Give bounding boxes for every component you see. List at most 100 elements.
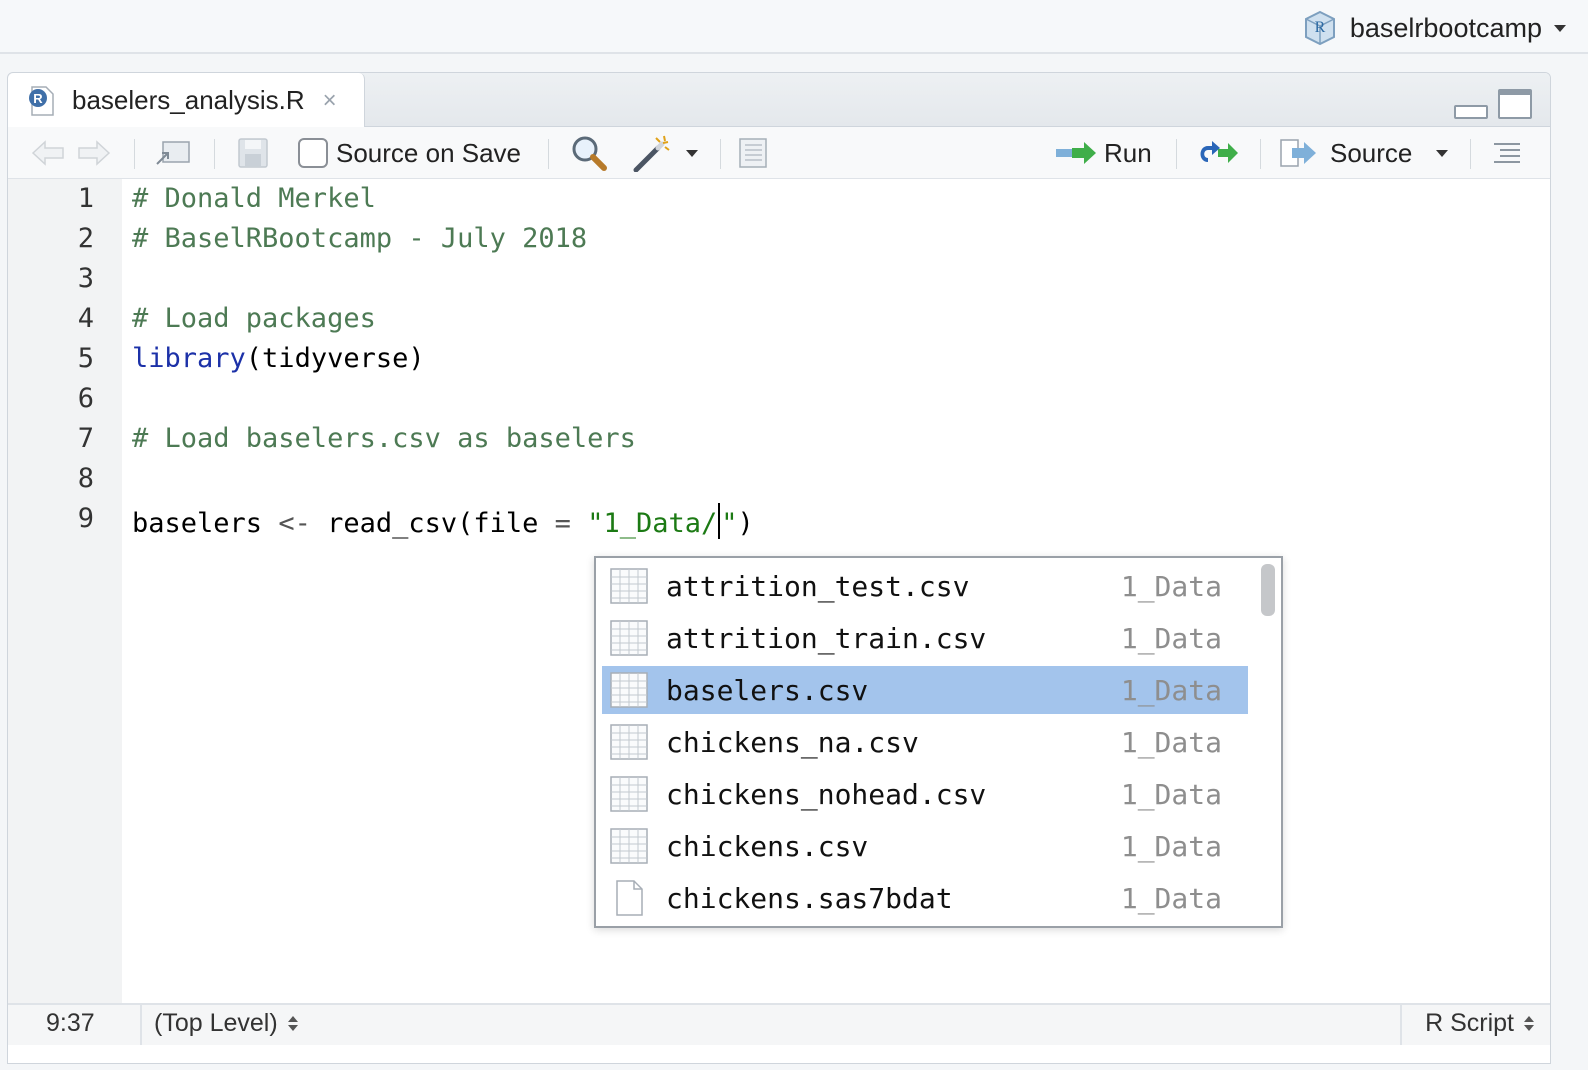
toolbar-divider bbox=[548, 139, 549, 169]
scope-selector[interactable]: (Top Level) bbox=[154, 1009, 298, 1038]
code-line[interactable]: # Load packages bbox=[132, 303, 376, 334]
maximize-pane-button[interactable] bbox=[1498, 89, 1532, 119]
code-token: ) bbox=[737, 508, 754, 539]
line-number: 1 bbox=[77, 183, 94, 214]
completion-item[interactable]: chickens_na.csv 1_Data bbox=[602, 718, 1248, 766]
completion-source: 1_Data bbox=[1120, 725, 1222, 759]
completion-item[interactable]: chickens_nohead.csv 1_Data bbox=[602, 770, 1248, 818]
completion-name: chickens_na.csv bbox=[666, 725, 919, 759]
operator-token: <- bbox=[278, 508, 311, 539]
toolbar-divider bbox=[1176, 139, 1177, 169]
line-number-gutter: 1 2 3 4 5 6 7 8 9 bbox=[8, 179, 122, 1003]
completion-source: 1_Data bbox=[1120, 777, 1222, 811]
code-line[interactable]: # BaselRBootcamp - July 2018 bbox=[132, 223, 587, 254]
toolbar-divider bbox=[1470, 139, 1471, 169]
completion-item[interactable]: chickens.csv 1_Data bbox=[602, 822, 1248, 870]
rerun-button[interactable] bbox=[1194, 127, 1240, 179]
toolbar-divider bbox=[214, 139, 215, 169]
line-number: 2 bbox=[77, 223, 94, 254]
line-number: 9 bbox=[77, 503, 94, 534]
updown-chevron-icon bbox=[1524, 1016, 1534, 1031]
keyword-token: library bbox=[132, 343, 246, 374]
save-button[interactable] bbox=[236, 127, 270, 179]
chevron-down-icon bbox=[686, 149, 698, 157]
completion-item[interactable]: chickens.sas7bdat 1_Data bbox=[602, 874, 1248, 922]
scrollbar-thumb[interactable] bbox=[1261, 564, 1275, 616]
code-line[interactable]: library(tidyverse) bbox=[132, 343, 425, 374]
tab-baselers-analysis[interactable]: R baselers_analysis.R × bbox=[8, 73, 365, 128]
table-file-icon bbox=[610, 828, 648, 864]
table-file-icon bbox=[610, 568, 648, 604]
show-in-window-button[interactable] bbox=[154, 127, 192, 179]
code-line[interactable]: # Load baselers.csv as baselers bbox=[132, 423, 636, 454]
document-outline-button[interactable] bbox=[1492, 127, 1522, 179]
source-label: Source bbox=[1330, 137, 1413, 168]
source-button[interactable]: Source bbox=[1278, 127, 1449, 179]
completion-item[interactable]: attrition_test.csv 1_Data bbox=[602, 562, 1248, 610]
table-file-icon bbox=[610, 724, 648, 760]
blank-file-icon bbox=[616, 880, 643, 916]
string-token: "1_Data/ bbox=[570, 508, 718, 539]
tab-strip: R baselers_analysis.R × bbox=[8, 73, 1550, 128]
completion-item-selected[interactable]: baselers.csv 1_Data bbox=[602, 666, 1248, 714]
code-token: read_csv(file bbox=[310, 508, 555, 539]
minimize-pane-button[interactable] bbox=[1454, 105, 1488, 119]
source-on-save-toggle[interactable]: Source on Save bbox=[298, 127, 521, 179]
window-controls bbox=[1454, 89, 1532, 119]
tab-filename: baselers_analysis.R bbox=[72, 85, 305, 115]
code-token: baselers bbox=[132, 508, 279, 539]
project-menu[interactable]: R baselrbootcamp bbox=[1302, 10, 1566, 46]
back-button[interactable] bbox=[30, 127, 66, 179]
code-line[interactable]: baselers <- read_csv(file = "1_Data/") bbox=[132, 503, 754, 539]
text-cursor bbox=[718, 503, 721, 539]
code-tools-button[interactable] bbox=[632, 127, 698, 179]
table-file-icon bbox=[610, 620, 648, 656]
file-type-selector[interactable]: R Script bbox=[1425, 1009, 1534, 1038]
line-number: 4 bbox=[77, 303, 94, 334]
completion-source: 1_Data bbox=[1120, 569, 1222, 603]
outline-icon bbox=[1494, 143, 1520, 163]
forward-button[interactable] bbox=[76, 127, 112, 179]
compile-report-button[interactable] bbox=[736, 127, 770, 179]
code-token: (tidyverse) bbox=[245, 343, 425, 374]
table-file-icon bbox=[610, 672, 648, 708]
completion-name: chickens.sas7bdat bbox=[666, 881, 953, 915]
run-label: Run bbox=[1104, 137, 1152, 168]
source-on-save-label: Source on Save bbox=[336, 137, 522, 168]
scope-label: (Top Level) bbox=[154, 1009, 278, 1037]
chevron-down-icon[interactable] bbox=[1436, 149, 1449, 157]
string-token: " bbox=[721, 508, 738, 539]
source-on-save-checkbox[interactable] bbox=[298, 138, 328, 168]
notebook-icon bbox=[739, 138, 767, 168]
operator-token: = bbox=[554, 508, 571, 539]
chevron-down-icon bbox=[1554, 24, 1566, 32]
completion-source: 1_Data bbox=[1120, 829, 1222, 863]
editor-toolbar: Source on Save Run Source bbox=[8, 127, 1550, 179]
line-number: 8 bbox=[77, 463, 94, 494]
status-divider bbox=[1400, 1005, 1402, 1045]
completion-name: baselers.csv bbox=[666, 673, 869, 707]
completion-item[interactable]: attrition_train.csv 1_Data bbox=[602, 614, 1248, 662]
svg-text:R: R bbox=[1315, 19, 1326, 36]
save-icon bbox=[238, 138, 268, 168]
source-file-icon bbox=[1280, 139, 1316, 167]
close-icon[interactable]: × bbox=[323, 87, 337, 115]
completion-source: 1_Data bbox=[1120, 621, 1222, 655]
rerun-icon bbox=[1200, 141, 1238, 163]
run-button[interactable]: Run bbox=[1054, 127, 1152, 179]
completion-source: 1_Data bbox=[1120, 673, 1222, 707]
line-number: 5 bbox=[77, 343, 94, 374]
top-bar: R baselrbootcamp bbox=[0, 0, 1588, 54]
updown-chevron-icon bbox=[287, 1016, 298, 1031]
arrow-right-icon bbox=[78, 140, 111, 166]
code-line[interactable]: # Donald Merkel bbox=[132, 183, 376, 214]
arrow-left-icon bbox=[31, 140, 64, 166]
completion-name: chickens.csv bbox=[666, 829, 869, 863]
status-divider bbox=[140, 1005, 142, 1045]
toolbar-divider bbox=[134, 139, 135, 169]
status-bar: 9:37 (Top Level) R Script bbox=[8, 1003, 1550, 1045]
find-replace-button[interactable] bbox=[570, 127, 608, 179]
popup-scrollbar[interactable] bbox=[1261, 564, 1275, 920]
magic-wand-icon bbox=[633, 135, 670, 172]
cursor-position: 9:37 bbox=[46, 1009, 95, 1037]
